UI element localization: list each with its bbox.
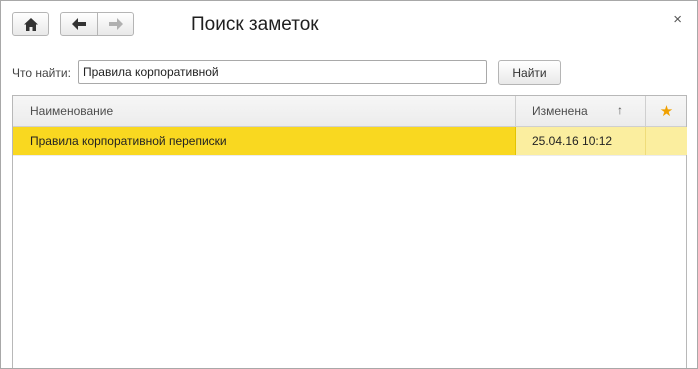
forward-button[interactable] [97, 12, 134, 36]
navigation-buttons [60, 12, 134, 36]
search-label: Что найти: [12, 66, 71, 80]
column-header-changed[interactable]: Изменена ↑ [516, 96, 646, 126]
home-icon [23, 17, 38, 31]
row-name-cell: Правила корпоративной переписки [13, 127, 516, 155]
sort-ascending-icon: ↑ [617, 103, 623, 117]
column-header-name[interactable]: Наименование [13, 96, 516, 126]
find-button[interactable]: Найти [498, 60, 561, 85]
back-button[interactable] [60, 12, 98, 36]
column-header-favorite[interactable]: ★ [646, 96, 687, 126]
row-favorite-cell[interactable] [646, 127, 687, 155]
arrow-right-icon [108, 18, 123, 30]
arrow-left-icon [72, 18, 86, 30]
row-changed: 25.04.16 10:12 [532, 134, 613, 148]
star-icon: ★ [659, 103, 674, 120]
home-button[interactable] [12, 12, 49, 36]
column-header-name-label: Наименование [30, 104, 114, 118]
notes-table: Наименование Изменена ↑ ★ Правила корпор… [12, 95, 687, 368]
row-name: Правила корпоративной переписки [30, 134, 227, 148]
column-header-changed-label: Изменена [532, 104, 588, 118]
close-icon[interactable]: × [673, 11, 682, 28]
search-input[interactable] [78, 60, 487, 84]
table-row[interactable]: Правила корпоративной переписки 25.04.16… [13, 127, 687, 156]
window-title: Поиск заметок [191, 14, 319, 35]
row-changed-cell: 25.04.16 10:12 [516, 127, 646, 155]
notes-search-window: Поиск заметок × Что найти: Найти Наимено… [0, 0, 698, 369]
table-header: Наименование Изменена ↑ ★ [13, 96, 686, 127]
